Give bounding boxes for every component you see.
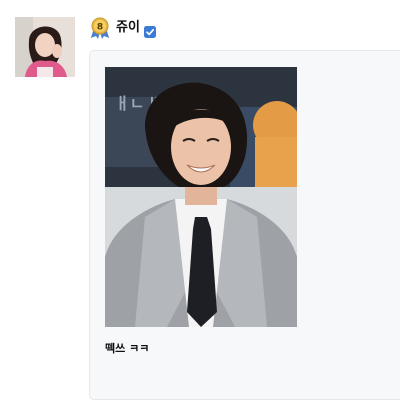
user-avatar[interactable] [15, 17, 75, 77]
post-caption: 떽쓰 ㅋㅋ [105, 342, 150, 355]
post-card: ㅐㄴ 베니 떽쓰 ㅋㅋ [89, 50, 400, 400]
level-number: 8 [97, 23, 103, 33]
avatar-image [15, 17, 75, 77]
author-name[interactable]: 쥬이 [116, 17, 140, 39]
verified-badge [143, 23, 156, 38]
post-header: 8 쥬이 [90, 17, 156, 39]
post-photo[interactable]: ㅐㄴ 베니 [105, 67, 297, 327]
level-badge-icon: 8 [91, 17, 109, 39]
post-photo-image: ㅐㄴ 베니 [105, 67, 297, 327]
verified-check-icon [143, 25, 156, 38]
level-badge: 8 [90, 17, 110, 39]
